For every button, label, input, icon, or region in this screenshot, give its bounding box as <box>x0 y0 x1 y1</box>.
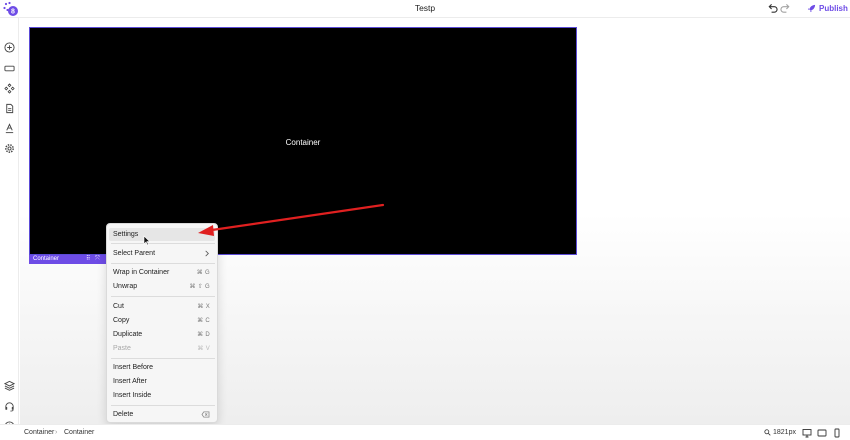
menu-item-shortcut: ⌘ C <box>197 318 210 324</box>
layout-icon[interactable] <box>3 62 16 75</box>
menu-item-label: Insert Inside <box>113 392 152 399</box>
rocket-icon <box>807 4 816 13</box>
menu-item-paste[interactable]: Paste ⌘ V <box>109 342 215 355</box>
bottom-bar: Container › Container 1821px <box>0 424 850 440</box>
menu-item-label: Unwrap <box>113 283 138 290</box>
menu-item-label: Copy <box>113 317 130 324</box>
top-bar: 8 Testp Publish <box>0 0 850 18</box>
mouse-cursor-icon <box>143 235 151 246</box>
viewport-width-label: 1821px <box>773 429 796 436</box>
menu-item-insert-inside[interactable]: Insert Inside <box>109 389 215 402</box>
redo-icon[interactable] <box>780 3 791 14</box>
components-icon[interactable] <box>3 82 16 95</box>
selection-label-text: Container <box>33 256 60 262</box>
magnifier-icon <box>764 429 771 436</box>
menu-item-insert-before[interactable]: Insert Before <box>109 361 215 374</box>
selection-label[interactable]: Container ⠿ ⤧ <box>29 255 109 264</box>
menu-item-label: Wrap in Container <box>113 269 170 276</box>
breadcrumb-item[interactable]: Container <box>64 429 94 436</box>
expand-icon[interactable]: ⤧ <box>95 255 100 264</box>
menu-item-label: Delete <box>113 411 134 418</box>
drag-handle-icon[interactable]: ⠿ <box>86 255 90 264</box>
menu-item-insert-after[interactable]: Insert After <box>109 375 215 388</box>
menu-item-label: Insert Before <box>113 364 154 371</box>
menu-item-shortcut: ⌘ G <box>196 270 210 276</box>
menu-item-shortcut: ⌘ V <box>197 346 210 352</box>
publish-label: Publish <box>819 4 848 13</box>
menu-divider <box>111 405 215 406</box>
menu-divider <box>111 296 215 297</box>
menu-item-shortcut: ⌘ X <box>197 304 210 310</box>
breadcrumb-item[interactable]: Container <box>24 429 54 436</box>
menu-divider <box>111 243 215 244</box>
breadcrumb-chevron-icon: › <box>55 429 58 436</box>
menu-item-select-parent[interactable]: Select Parent <box>109 247 215 260</box>
layers-icon[interactable] <box>3 379 16 392</box>
settings-gear-icon[interactable] <box>3 142 16 155</box>
menu-item-cut[interactable]: Cut ⌘ X <box>109 300 215 313</box>
undo-icon[interactable] <box>767 3 778 14</box>
backspace-icon <box>201 411 210 418</box>
left-sidebar <box>0 18 19 440</box>
context-menu: Settings Select Parent Wrap in Container… <box>106 223 218 423</box>
container-text: Container <box>285 138 321 147</box>
typography-icon[interactable] <box>3 122 16 135</box>
menu-item-label: Paste <box>113 345 131 352</box>
menu-item-label: Insert After <box>113 378 147 385</box>
add-icon[interactable] <box>3 41 16 54</box>
tablet-view-icon[interactable] <box>817 428 827 438</box>
support-icon[interactable] <box>3 400 16 413</box>
desktop-view-icon[interactable] <box>802 428 812 438</box>
menu-item-shortcut: ⌘ ⇧ G <box>189 284 210 290</box>
menu-item-label: Duplicate <box>113 331 143 338</box>
publish-button[interactable]: Publish <box>807 2 848 15</box>
menu-item-label: Settings <box>113 231 139 238</box>
menu-item-wrap-in-container[interactable]: Wrap in Container ⌘ G <box>109 266 215 279</box>
menu-divider <box>111 358 215 359</box>
menu-item-label: Select Parent <box>113 250 156 257</box>
mobile-view-icon[interactable] <box>832 428 842 438</box>
canvas-container-element[interactable]: Container <box>29 27 577 255</box>
menu-item-shortcut: ⌘ D <box>197 332 210 338</box>
menu-divider <box>111 263 215 264</box>
menu-item-label: Cut <box>113 303 124 310</box>
menu-item-delete[interactable]: Delete <box>109 408 215 421</box>
viewport-width-control[interactable]: 1821px <box>764 429 796 436</box>
chevron-right-icon <box>205 250 209 257</box>
menu-item-copy[interactable]: Copy ⌘ C <box>109 314 215 327</box>
page-title: Testp <box>414 3 436 13</box>
pages-icon[interactable] <box>3 102 16 115</box>
menu-item-unwrap[interactable]: Unwrap ⌘ ⇧ G <box>109 280 215 293</box>
menu-item-duplicate[interactable]: Duplicate ⌘ D <box>109 328 215 341</box>
menu-item-settings[interactable]: Settings <box>109 228 215 241</box>
